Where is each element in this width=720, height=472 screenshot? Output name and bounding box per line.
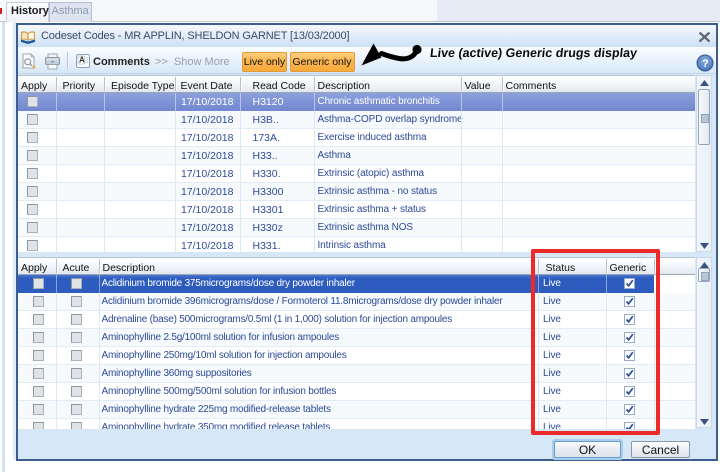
svg-text:A: A (79, 56, 85, 65)
svg-text:?: ? (702, 58, 709, 70)
